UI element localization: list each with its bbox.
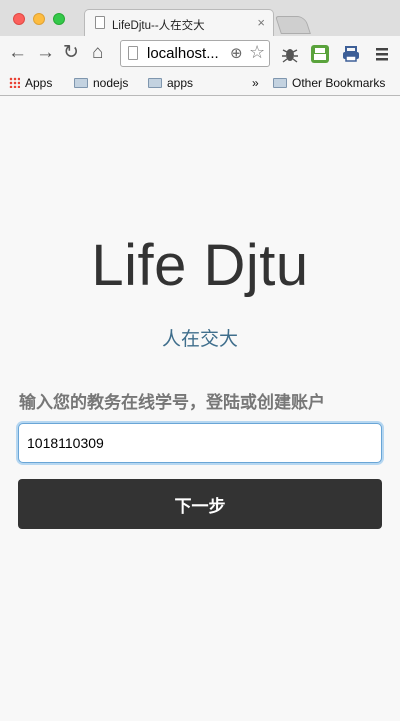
back-arrow-icon[interactable]: ←	[8, 43, 27, 63]
folder-icon	[74, 78, 88, 88]
browser-toolbar: ← → ↻ ⌂ localhost... ⊕ ☆	[0, 36, 400, 72]
browser-chrome: LifeDjtu--人在交大 × ← → ↻ ⌂ localhost... ⊕ …	[0, 0, 400, 96]
brand-subtitle: 人在交大	[161, 329, 238, 350]
page-favicon-icon	[95, 16, 105, 29]
bookmark-other-bookmarks[interactable]: Other Bookmarks	[273, 76, 385, 90]
page-icon	[128, 46, 138, 60]
bookmarks-overflow-chevron-icon[interactable]: »	[252, 76, 259, 90]
bookmark-apps-folder[interactable]: apps	[148, 76, 193, 90]
reload-icon[interactable]: ↻	[63, 43, 79, 63]
apps-grid-icon	[9, 77, 20, 88]
zoom-window-button[interactable]	[53, 13, 65, 25]
menu-icon[interactable]	[372, 44, 392, 64]
brand-title: Life Djtu	[91, 233, 309, 298]
minimize-window-button[interactable]	[33, 13, 45, 25]
home-icon[interactable]: ⌂	[92, 43, 103, 63]
bookmark-star-icon[interactable]: ☆	[249, 42, 265, 63]
zoom-icon[interactable]: ⊕	[230, 44, 243, 62]
address-bar[interactable]: localhost... ⊕ ☆	[120, 40, 270, 67]
printer-green-icon[interactable]	[310, 44, 330, 64]
close-window-button[interactable]	[13, 13, 25, 25]
student-id-input[interactable]	[18, 423, 382, 463]
folder-icon	[273, 78, 287, 88]
bookmarks-bar: Apps nodejs apps » Other Bookmarks	[0, 72, 400, 95]
tab-close-icon[interactable]: ×	[257, 15, 265, 30]
next-step-button[interactable]: 下一步	[18, 479, 382, 529]
bug-extension-icon[interactable]	[280, 44, 300, 64]
printer-blue-icon[interactable]	[341, 44, 361, 64]
tab-title: LifeDjtu--人在交大	[112, 20, 205, 32]
forward-arrow-icon[interactable]: →	[36, 43, 55, 63]
folder-icon	[148, 78, 162, 88]
browser-tab[interactable]: LifeDjtu--人在交大 ×	[84, 9, 274, 36]
new-tab-button[interactable]	[275, 16, 311, 34]
student-id-prompt: 输入您的教务在线学号，登陆或创建账户	[19, 393, 325, 412]
bookmark-apps[interactable]: Apps	[9, 76, 52, 90]
bookmark-nodejs[interactable]: nodejs	[74, 76, 128, 90]
address-url[interactable]: localhost...	[147, 45, 219, 62]
tab-strip: LifeDjtu--人在交大 ×	[0, 0, 400, 36]
